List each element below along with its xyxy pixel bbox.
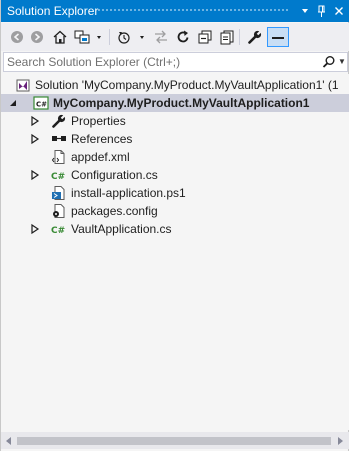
tree-node-references[interactable]: References xyxy=(1,130,349,148)
toolbar xyxy=(1,23,349,51)
tree-node-properties[interactable]: Properties xyxy=(1,112,349,130)
show-all-files-button[interactable] xyxy=(217,27,237,47)
collapsed-arrow-icon[interactable] xyxy=(29,115,41,127)
window-position-dropdown-button[interactable] xyxy=(297,3,313,19)
tree-item-label: VaultApplication.cs xyxy=(71,222,172,236)
preview-selected-items-icon xyxy=(272,37,284,39)
csharp-project-icon: C# xyxy=(33,96,49,110)
window-title: Solution Explorer xyxy=(7,4,99,18)
title-bar-grip xyxy=(97,8,290,13)
tree-node-appdef-xml[interactable]: appdef.xml xyxy=(1,148,349,166)
scroll-right-arrow-icon[interactable] xyxy=(334,435,346,447)
collapsed-arrow-icon[interactable] xyxy=(29,169,41,181)
home-button[interactable] xyxy=(50,27,70,47)
tree-node-configuration-cs[interactable]: C# Configuration.cs xyxy=(1,166,349,184)
collapse-all-icon xyxy=(198,30,212,44)
chevron-down-icon xyxy=(302,9,308,13)
config-file-icon xyxy=(53,204,65,218)
properties-button[interactable] xyxy=(245,27,265,47)
tree-node-vaultapplication-cs[interactable]: C# VaultApplication.cs xyxy=(1,220,349,238)
pending-changes-filter-button[interactable] xyxy=(115,27,147,47)
tree-item-label: References xyxy=(71,132,133,146)
sync-with-active-document-button[interactable] xyxy=(151,27,171,47)
solution-tree: Solution 'MyCompany.MyProduct.MyVaultApp… xyxy=(1,74,349,430)
tree-node-packages-config[interactable]: packages.config xyxy=(1,202,349,220)
tree-item-label: packages.config xyxy=(71,204,158,218)
switch-views-button[interactable] xyxy=(72,27,104,47)
xml-file-icon xyxy=(51,150,65,164)
preview-selected-items-button[interactable] xyxy=(267,27,289,47)
tree-item-label: install-application.ps1 xyxy=(71,186,186,200)
toolbar-separator xyxy=(109,29,110,45)
switch-views-icon xyxy=(74,30,101,44)
solution-label: Solution 'MyCompany.MyProduct.MyVaultApp… xyxy=(35,78,339,92)
wrench-icon xyxy=(52,114,66,128)
auto-hide-pin-button[interactable] xyxy=(314,3,330,19)
visual-studio-solution-icon xyxy=(16,79,30,92)
pending-changes-filter-icon xyxy=(118,32,144,44)
collapse-all-button[interactable] xyxy=(195,27,215,47)
solution-explorer-window: Solution Explorer Search Solution Explor… xyxy=(0,0,349,451)
tree-item-label: Configuration.cs xyxy=(71,168,158,182)
references-icon xyxy=(52,136,66,141)
forward-icon xyxy=(31,31,43,43)
search-box[interactable]: ▼ xyxy=(3,52,348,72)
svg-text:C#: C# xyxy=(36,101,47,109)
refresh-button[interactable] xyxy=(173,27,193,47)
title-bar[interactable]: Solution Explorer xyxy=(1,0,349,22)
svg-text:C#: C# xyxy=(51,226,65,236)
tree-item-label: Properties xyxy=(71,114,126,128)
back-icon xyxy=(11,31,23,43)
tree-node-solution[interactable]: Solution 'MyCompany.MyProduct.MyVaultApp… xyxy=(1,76,349,94)
expanded-arrow-icon[interactable] xyxy=(7,97,19,109)
toolbar-separator xyxy=(239,29,240,45)
sync-with-active-document-icon xyxy=(155,30,167,44)
scroll-left-arrow-icon[interactable] xyxy=(3,435,15,447)
horizontal-scrollbar[interactable] xyxy=(1,432,349,449)
close-button[interactable] xyxy=(331,3,347,19)
tree-node-install-application-ps1[interactable]: install-application.ps1 xyxy=(1,184,349,202)
show-all-files-icon xyxy=(220,30,234,45)
tree-item-label: appdef.xml xyxy=(71,150,130,164)
powershell-file-icon xyxy=(52,186,65,200)
search-options-chevron-down-icon[interactable]: ▼ xyxy=(338,57,346,66)
csharp-file-icon: C# xyxy=(51,226,65,236)
back-button[interactable] xyxy=(7,27,27,47)
collapsed-arrow-icon[interactable] xyxy=(29,223,41,235)
home-icon xyxy=(53,30,67,44)
pin-icon xyxy=(318,5,325,17)
search-icon[interactable] xyxy=(322,55,336,69)
project-label: MyCompany.MyProduct.MyVaultApplication1 xyxy=(53,96,310,110)
tree-node-project[interactable]: C# MyCompany.MyProduct.MyVaultApplicatio… xyxy=(1,94,349,112)
scrollbar-thumb[interactable] xyxy=(17,437,331,445)
refresh-icon xyxy=(177,30,189,43)
csharp-file-icon: C# xyxy=(51,172,65,182)
forward-button[interactable] xyxy=(27,27,47,47)
search-input[interactable] xyxy=(7,54,307,70)
close-icon xyxy=(335,7,343,15)
collapsed-arrow-icon[interactable] xyxy=(29,133,41,145)
svg-text:C#: C# xyxy=(51,172,65,182)
wrench-icon xyxy=(248,30,262,44)
